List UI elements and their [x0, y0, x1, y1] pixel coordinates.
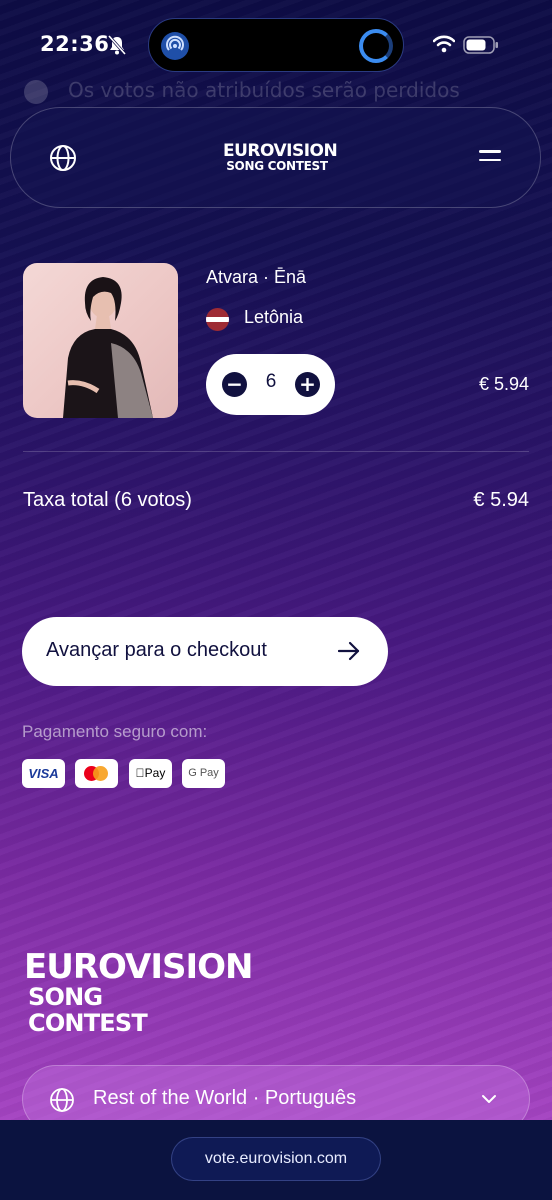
country-name: Letônia — [244, 307, 304, 327]
divider — [23, 451, 529, 452]
total-value: € 5.94 — [473, 489, 529, 511]
visa-icon: VISA — [22, 759, 65, 788]
artist-photo — [23, 263, 178, 418]
logo-line2: SONG CONTEST — [226, 159, 328, 173]
mastercard-icon — [75, 759, 118, 788]
google-pay-icon: G Pay — [182, 759, 225, 788]
plus-icon[interactable]: + — [295, 372, 320, 397]
chevron-down-icon — [482, 1095, 496, 1103]
minus-icon[interactable]: − — [222, 372, 247, 397]
apple-pay-icon: Pay — [129, 759, 172, 788]
arrow-right-icon — [338, 641, 360, 661]
eurovision-logo[interactable]: EUROVISION SONG CONTEST — [223, 141, 338, 173]
globe-icon — [50, 1088, 74, 1112]
secure-payment-label: Pagamento seguro com: — [22, 722, 208, 741]
artist-song-title: Atvara · Ēnā — [206, 267, 307, 287]
footer-logo-line1: EUROVISION — [24, 947, 253, 987]
hamburger-menu-icon[interactable] — [479, 150, 501, 166]
footer-eurovision-logo: EUROVISION SONG CONTEST — [24, 947, 253, 1037]
total-label: Taxa total (6 votos) — [23, 489, 192, 511]
site-header: EUROVISION SONG CONTEST — [10, 107, 541, 208]
checkout-button-label: Avançar para o checkout — [46, 639, 267, 661]
logo-line1: EUROVISION — [223, 141, 338, 161]
ghost-notice-text: Os votos não atribuídos serão perdidos — [68, 78, 460, 102]
browser-bottom-bar: vote.eurovision.com — [0, 1120, 552, 1200]
artist-figure-image — [63, 277, 153, 418]
item-price: € 5.94 — [478, 374, 529, 394]
activity-ring-icon — [359, 29, 393, 63]
checkout-button[interactable]: Avançar para o checkout — [22, 617, 388, 686]
latvia-flag-icon — [206, 308, 229, 331]
bell-muted-icon — [108, 35, 126, 55]
status-bar: 22:36 — [0, 0, 552, 88]
vote-quantity-stepper: − 6 + — [206, 354, 335, 415]
region-label: Rest of the World · Português — [93, 1087, 357, 1109]
globe-icon[interactable] — [49, 144, 77, 172]
wifi-icon — [433, 35, 455, 53]
dynamic-island — [148, 18, 404, 72]
battery-icon — [463, 36, 498, 54]
info-icon — [24, 79, 48, 104]
apple-pay-label: Pay — [140, 766, 166, 780]
ghost-notice: Os votos não atribuídos serão perdidos — [24, 78, 524, 104]
quantity-value: 6 — [265, 371, 277, 392]
footer-logo-line2: SONG CONTEST — [28, 983, 148, 1037]
airdrop-icon — [161, 32, 189, 60]
url-bar[interactable]: vote.eurovision.com — [171, 1137, 381, 1181]
status-time: 22:36 — [40, 32, 110, 56]
